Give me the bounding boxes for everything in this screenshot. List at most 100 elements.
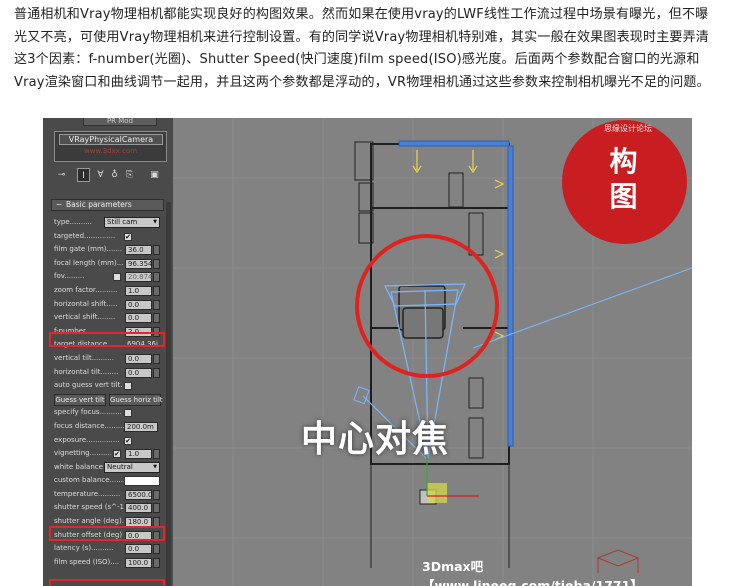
param-label: vignetting.......... — [54, 449, 112, 458]
param-row: vertical tilt.......... 0.0 — [54, 352, 167, 366]
param-label: focus distance.......... — [54, 421, 127, 430]
param-value-field[interactable]: 0.0 — [125, 353, 152, 364]
top-viewport[interactable]: 构 图 思缘设计论坛 中心对焦 3Dmax吧【www.lineeg.com/ti… — [173, 118, 692, 586]
param-spinner[interactable] — [153, 245, 160, 256]
modifier-tab[interactable]: PR Mod — [83, 118, 157, 126]
param-dropdown[interactable]: Still cam — [104, 217, 160, 228]
command-panel: PR Mod VRayPhysicalCamera www.3dxx.com ⊸… — [43, 118, 173, 586]
param-value-field[interactable]: 0.0 — [125, 313, 152, 324]
param-label: shutter speed (s^-1 — [54, 503, 125, 512]
param-spinner[interactable] — [153, 313, 160, 324]
remove-modifier-icon[interactable]: ♁ — [108, 168, 121, 182]
camera-name-field[interactable]: VRayPhysicalCamera — [59, 134, 163, 145]
make-unique-icon[interactable]: ∀ — [94, 168, 107, 182]
param-dropdown[interactable]: Neutral — [104, 461, 160, 473]
f-number-highlight — [49, 332, 165, 347]
guess-vert-tilt-button[interactable]: Guess vert tilt — [54, 393, 106, 406]
param-spinner[interactable] — [153, 367, 160, 378]
param-row: vertical shift........ 0.0 — [54, 311, 167, 325]
param-spinner[interactable] — [153, 544, 160, 555]
param-value-field[interactable]: 6500.0 — [125, 489, 153, 500]
article-paragraph: 普通相机和Vray物理相机都能实现良好的构图效果。然而如果在使用vray的LWF… — [14, 7, 710, 90]
camera-preview: VRayPhysicalCamera www.3dxx.com — [54, 131, 167, 162]
param-label: custom balance....... — [54, 476, 126, 485]
param-spinner[interactable] — [153, 258, 160, 269]
param-row: vignetting.......... ✔ 1.0 — [54, 447, 167, 461]
param-spinner[interactable] — [153, 299, 160, 310]
param-value-field[interactable]: 100.0 — [125, 557, 152, 568]
param-label: film gate (mm)....... — [54, 245, 123, 254]
param-row: zoom factor.......... 1.0 — [54, 284, 167, 298]
param-spinner[interactable] — [153, 503, 160, 514]
composition-badge: 构 图 — [562, 120, 687, 244]
param-value-field[interactable]: 96.354 — [125, 258, 153, 269]
param-row: focal length (mm)... 96.354 — [54, 257, 167, 271]
color-swatch[interactable] — [124, 476, 160, 487]
guess-horiz-tilt-button[interactable]: Guess horiz tilt — [109, 393, 163, 406]
pin-stack-icon[interactable]: ⊸ — [55, 168, 68, 182]
focus-caption: 中心对焦 — [301, 419, 450, 460]
param-row: horizontal shift..... 0.0 — [54, 298, 167, 312]
param-row: temperature.......... 6500.0 — [54, 488, 167, 502]
param-label: white balance — [54, 462, 103, 471]
param-label: horizontal tilt........ — [54, 367, 119, 376]
param-label: horizontal shift..... — [54, 299, 118, 308]
param-label: zoom factor.......... — [54, 285, 118, 294]
param-row: Guess vert tilt Guess horiz tilt — [54, 393, 167, 407]
show-end-result-icon[interactable]: Ⅰ — [77, 168, 90, 182]
param-value-field[interactable]: 1.0 — [125, 285, 152, 296]
param-label: fov......... — [54, 272, 85, 281]
param-label: auto guess vert tilt. — [54, 381, 123, 390]
basic-parameters-rollout[interactable]: Basic parameters — [51, 199, 164, 211]
param-spinner[interactable] — [153, 449, 160, 460]
modifier-sets-icon[interactable]: ▣ — [148, 168, 161, 182]
param-spinner[interactable] — [153, 489, 160, 500]
panel-scrollbar[interactable] — [166, 202, 171, 586]
param-value-field[interactable]: 200.0m — [124, 421, 158, 432]
param-spinner[interactable] — [153, 557, 160, 568]
param-value-field[interactable]: 0.0 — [125, 367, 152, 378]
bottom-watermark: 3Dmax吧【www.lineeg.com/tieba/1771】 — [422, 559, 643, 586]
badge-line-1: 构 — [609, 145, 640, 178]
param-spinner[interactable] — [153, 353, 160, 364]
site-watermark: 思缘设计论坛 — [604, 124, 652, 133]
param-value-field[interactable]: 400.0 — [125, 503, 152, 514]
param-value-field[interactable]: 0.0 — [125, 544, 152, 555]
param-checkbox[interactable]: ✔ — [124, 436, 132, 445]
param-value-field[interactable]: 1.0 — [125, 449, 152, 460]
shutter-speed-highlight — [49, 526, 165, 541]
param-row: type.......... Still cam — [54, 216, 167, 230]
param-label: specify focus.......... — [54, 408, 122, 417]
param-row: exposure............... ✔ — [54, 434, 167, 448]
param-checkbox[interactable]: ✔ — [124, 232, 132, 241]
param-value-field[interactable]: 36.0 — [125, 245, 152, 256]
param-spinner[interactable] — [153, 272, 160, 283]
configure-icon[interactable]: ⎘ — [123, 168, 136, 182]
param-row: film speed (ISO).... 100.0 — [54, 556, 167, 570]
param-label: vertical tilt.......... — [54, 353, 114, 362]
param-value-field[interactable]: 0.0 — [125, 299, 152, 310]
param-label: film speed (ISO).... — [54, 557, 120, 566]
param-label: latency (s).......... — [54, 544, 114, 553]
param-row: specify focus.......... — [54, 406, 167, 420]
param-row: shutter speed (s^-1 400.0 — [54, 501, 167, 515]
param-label: exposure............... — [54, 435, 120, 444]
param-row: film gate (mm)....... 36.0 — [54, 243, 167, 257]
param-label: targeted.............. — [54, 231, 116, 240]
param-checkbox[interactable] — [124, 409, 132, 418]
param-row: custom balance....... — [54, 474, 167, 488]
modifier-toolbar: ⊸ Ⅰ ∀ ♁ ⎘ ▣ — [55, 168, 167, 182]
param-checkbox[interactable] — [124, 382, 132, 391]
param-label: type.......... — [54, 218, 92, 226]
param-checkbox[interactable] — [113, 273, 121, 282]
param-value-field[interactable]: 20.874 — [125, 272, 153, 283]
param-row: fov......... 20.874 — [54, 270, 167, 284]
param-spinner[interactable] — [153, 285, 160, 296]
camera-watermark: www.3dxx.com — [83, 147, 138, 155]
param-label: temperature.......... — [54, 489, 121, 498]
param-row: auto guess vert tilt. — [54, 379, 167, 393]
param-checkbox[interactable]: ✔ — [113, 450, 121, 459]
param-row: horizontal tilt........ 0.0 — [54, 366, 167, 380]
parameter-list: type.......... Still cam targeted.........… — [54, 216, 167, 569]
3dsmax-screenshot: PR Mod VRayPhysicalCamera www.3dxx.com ⊸… — [43, 118, 692, 586]
